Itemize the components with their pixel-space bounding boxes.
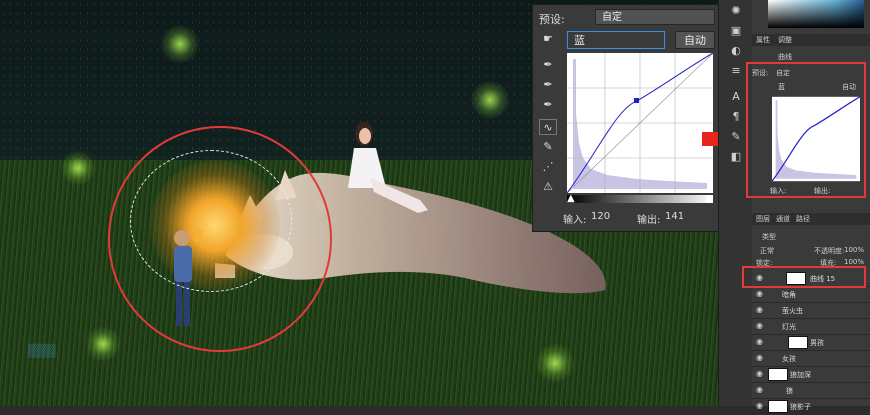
right-panel: 属性 调整 曲线 图层 通道 路径 类型 正常 不透明度: 100% 锁定: 填…	[752, 0, 870, 415]
layer-filter[interactable]: 类型	[762, 232, 776, 242]
layer-name: 男孩	[810, 339, 824, 347]
watermark: ▒▒▒	[28, 344, 56, 358]
layer-name: 暗角	[782, 291, 796, 299]
layer-row[interactable]: ◉ 暗角	[752, 286, 870, 303]
color-picker-shade	[768, 0, 864, 28]
layer-name: 萤火虫	[782, 307, 803, 315]
layer-row[interactable]: ◉ 男孩	[752, 334, 870, 351]
curves-dialog: 预设: 自定 蓝 自动 ☛ ✒ ✒ ✒ ∿ ✎ ⋰ ⚠ ▲ ▲ 输入: 120 …	[532, 4, 720, 232]
auto-button[interactable]: 自动	[675, 31, 715, 49]
black-point-slider[interactable]: ▲	[567, 193, 575, 204]
mini-channel-value[interactable]: 蓝	[778, 82, 785, 92]
channel-dropdown[interactable]: 蓝	[567, 31, 665, 49]
layer-name: 狼加深	[790, 371, 811, 379]
mini-input-label: 输入:	[770, 187, 787, 195]
firefly	[160, 24, 200, 64]
output-label: 输出:	[637, 215, 661, 226]
firefly	[85, 326, 121, 362]
eye-icon[interactable]: ◉	[756, 337, 763, 346]
mini-preset-label: 预设:	[752, 69, 769, 77]
tab-channels[interactable]: 通道	[776, 214, 790, 224]
targeted-adjust-icon[interactable]: ☛	[539, 31, 557, 47]
layers-tabs: 图层 通道 路径	[752, 213, 870, 225]
layer-row[interactable]: ◉ 狼加深	[752, 366, 870, 383]
girl-figure	[348, 122, 428, 213]
palette-icon[interactable]: ▣	[729, 24, 743, 38]
layer-row[interactable]: ◉ 萤火虫	[752, 302, 870, 319]
eye-icon[interactable]: ◉	[756, 385, 763, 394]
white-point-slider[interactable]: ▲	[705, 193, 713, 204]
tab-layers[interactable]: 图层	[756, 214, 770, 224]
layer-name: 灯光	[782, 323, 796, 331]
eye-icon[interactable]: ◉	[756, 353, 763, 362]
input-value: 120	[591, 211, 611, 222]
mini-curves-panel: 预设: 自定 蓝 自动 输入: 输出:	[746, 62, 866, 198]
firefly	[535, 343, 575, 383]
layer-thumbnail	[768, 400, 788, 413]
output-value: 141	[665, 211, 685, 222]
white-eyedropper-icon[interactable]: ✒	[539, 97, 557, 113]
star-icon[interactable]: ✺	[729, 4, 743, 18]
mini-curves-graph	[772, 96, 860, 182]
firefly	[470, 80, 510, 120]
eye-icon[interactable]: ◉	[756, 289, 763, 298]
layer-name: 女孩	[782, 355, 796, 363]
tab-paths[interactable]: 路径	[796, 214, 810, 224]
layer-row[interactable]: ◉ 狼	[752, 382, 870, 399]
preset-label: 预设:	[539, 13, 565, 26]
eye-icon[interactable]: ◉	[756, 321, 763, 330]
mini-output-label: 输出:	[814, 187, 831, 195]
black-eyedropper-icon[interactable]: ✒	[539, 57, 557, 73]
input-label: 输入:	[563, 215, 587, 226]
layer-row[interactable]: ◉ 狼影子	[752, 398, 870, 415]
highlight-circle	[108, 126, 332, 352]
layer-name: 狼影子	[790, 403, 811, 411]
layer-row[interactable]: ◉ 女孩	[752, 350, 870, 367]
layer-row[interactable]: ◉ 灯光	[752, 318, 870, 335]
adjust-icon[interactable]: ◐	[729, 44, 743, 58]
properties-row-label: 曲线	[778, 53, 792, 61]
gradient-bar	[567, 195, 713, 203]
fill-value[interactable]: 100%	[844, 258, 864, 266]
pencil-icon[interactable]: ✎	[539, 139, 557, 155]
eye-icon[interactable]: ◉	[756, 369, 763, 378]
eye-icon[interactable]: ◉	[756, 305, 763, 314]
opacity-label: 不透明度:	[814, 247, 845, 255]
layer-mask-thumbnail	[788, 336, 808, 349]
layers-icon[interactable]: ◧	[729, 150, 743, 164]
text-icon[interactable]: A	[729, 90, 743, 104]
blend-mode[interactable]: 正常	[760, 246, 774, 256]
panel-icon-strip: ✺ ▣ ◐ ≡ A ¶ ✎ ◧	[718, 0, 753, 406]
layer-thumbnail	[768, 368, 788, 381]
preset-dropdown[interactable]: 自定	[595, 9, 715, 25]
smooth-icon[interactable]: ⋰	[539, 159, 557, 175]
firefly	[60, 150, 96, 186]
properties-tabs: 属性 调整	[752, 34, 870, 46]
curves-graph[interactable]	[567, 53, 713, 193]
tab-properties[interactable]: 属性	[756, 35, 770, 45]
brush-icon[interactable]: ✎	[729, 130, 743, 144]
opacity-value[interactable]: 100%	[844, 246, 864, 254]
clipping-warning-icon[interactable]: ⚠	[539, 179, 557, 195]
layer-name: 狼	[786, 387, 793, 395]
mini-auto-button[interactable]: 自动	[842, 82, 856, 92]
sliders-icon[interactable]: ≡	[729, 64, 743, 78]
paragraph-icon[interactable]: ¶	[729, 110, 743, 124]
tab-adjustments[interactable]: 调整	[778, 35, 792, 45]
curve-point-icon[interactable]: ∿	[539, 119, 557, 135]
mini-preset-value[interactable]: 自定	[776, 68, 790, 78]
selected-layer-highlight	[742, 266, 866, 288]
gray-eyedropper-icon[interactable]: ✒	[539, 77, 557, 93]
